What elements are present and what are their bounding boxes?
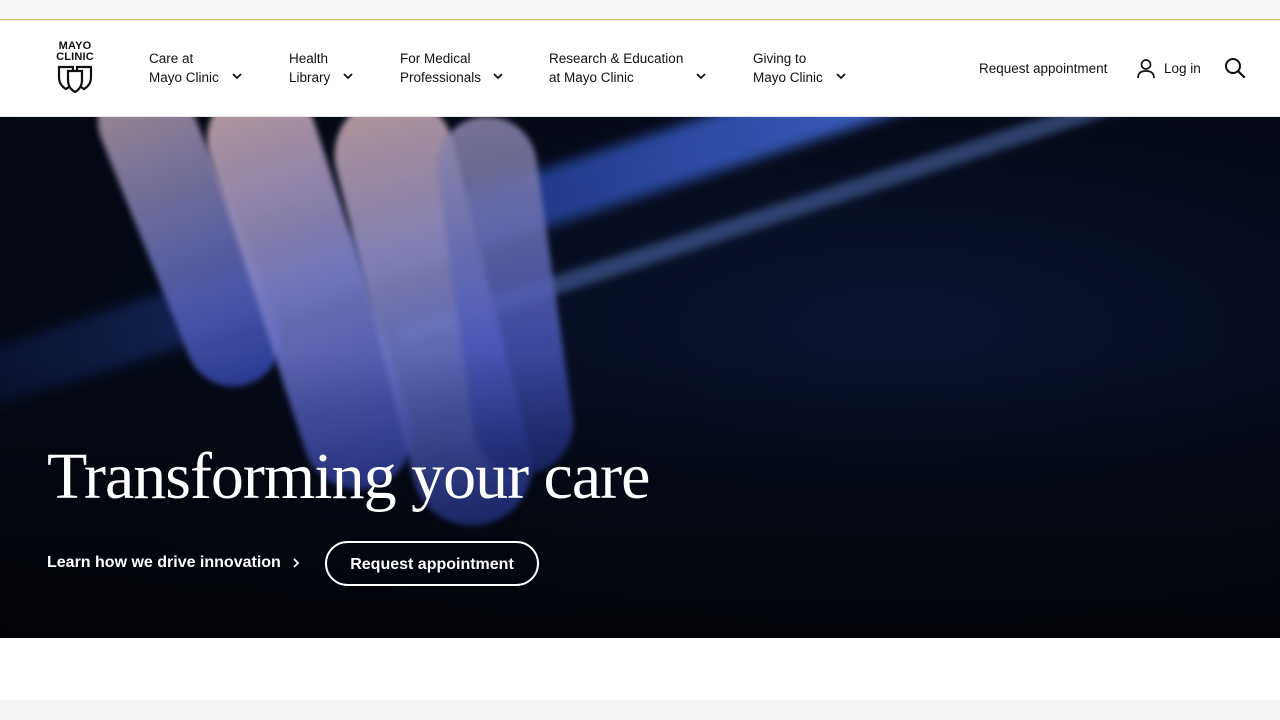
top-strip — [0, 0, 1280, 20]
logo-text-line2: CLINIC — [56, 51, 94, 63]
logo-shields-icon — [57, 65, 93, 93]
request-appointment-link[interactable]: Request appointment — [979, 61, 1107, 76]
chevron-down-icon — [836, 73, 846, 80]
logo-text: MAYO CLINIC — [52, 41, 98, 63]
nav-health-library[interactable]: Health Library — [289, 49, 359, 91]
nav-label-line1: For Medical — [400, 51, 471, 66]
hero-headline: Transforming your care — [47, 440, 650, 513]
bottom-strip — [0, 700, 1280, 720]
learn-innovation-label: Learn how we drive innovation — [47, 554, 281, 571]
chevron-down-icon — [343, 73, 353, 80]
nav-for-medical-professionals[interactable]: For Medical Professionals — [400, 49, 510, 91]
login-link[interactable]: Log in — [1164, 61, 1201, 76]
learn-innovation-link[interactable]: Learn how we drive innovation — [47, 554, 301, 572]
mayo-clinic-logo[interactable]: MAYO CLINIC — [52, 41, 98, 97]
chevron-down-icon — [493, 73, 503, 80]
chevron-down-icon — [232, 73, 242, 80]
hero-banner: Transforming your care Learn how we driv… — [0, 117, 1280, 638]
nav-label-line2: at Mayo Clinic — [549, 70, 634, 85]
nav-giving-to-mayo-clinic[interactable]: Giving to Mayo Clinic — [753, 49, 853, 91]
main-navigation: MAYO CLINIC Care at Mayo Clinic Health L… — [0, 21, 1280, 117]
nav-label-line1: Giving to — [753, 51, 807, 66]
search-icon[interactable] — [1224, 57, 1246, 79]
user-icon[interactable] — [1136, 58, 1156, 80]
nav-care-at-mayo-clinic[interactable]: Care at Mayo Clinic — [149, 49, 249, 91]
request-appointment-button[interactable]: Request appointment — [325, 541, 539, 586]
nav-research-education[interactable]: Research & Education at Mayo Clinic — [549, 49, 714, 91]
content-area — [0, 638, 1280, 700]
nav-label-line1: Health — [289, 51, 329, 66]
chevron-down-icon — [696, 73, 706, 80]
nav-label-line1: Care at — [149, 51, 194, 66]
nav-label-line1: Research & Education — [549, 51, 684, 66]
chevron-right-icon — [293, 558, 300, 568]
